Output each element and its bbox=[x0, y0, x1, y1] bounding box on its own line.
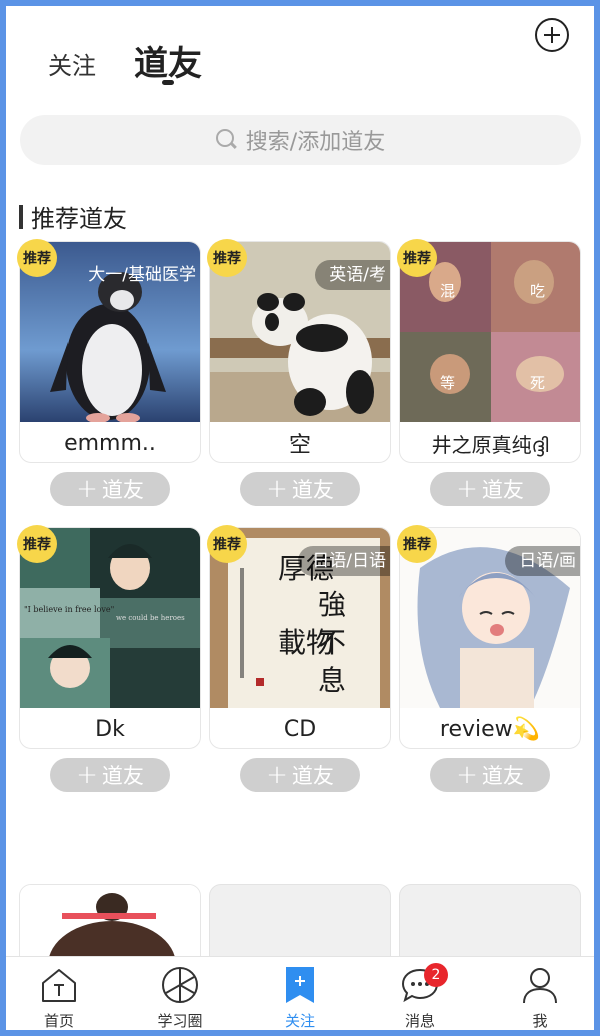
nav-label: 首页 bbox=[43, 1012, 74, 1030]
recommend-badge: 推荐 bbox=[207, 525, 247, 563]
recommend-badge: 推荐 bbox=[207, 239, 247, 277]
card-tag: 日语/画 bbox=[505, 546, 580, 576]
plus-icon: + bbox=[456, 474, 478, 504]
plus-icon: + bbox=[266, 474, 288, 504]
collage-text: we could be heroes bbox=[116, 614, 185, 622]
plus-icon: + bbox=[76, 474, 98, 504]
follow-label: 道友 bbox=[101, 478, 144, 502]
plus-icon: + bbox=[266, 760, 288, 790]
add-friend-button[interactable]: + 道友 bbox=[50, 758, 170, 792]
nav-label: 学习圈 bbox=[157, 1012, 203, 1030]
follow-label: 道友 bbox=[101, 764, 144, 788]
nav-messages[interactable]: 2 消息 bbox=[370, 957, 470, 1030]
follow-label: 道友 bbox=[481, 764, 524, 788]
card-name: 空 bbox=[288, 433, 311, 458]
section-bar bbox=[19, 204, 23, 229]
follow-label: 道友 bbox=[291, 478, 334, 502]
tab-indicator bbox=[162, 80, 174, 85]
card-tag: 大一/基础医学 bbox=[88, 265, 196, 285]
plus-icon: + bbox=[456, 760, 478, 790]
follow-label: 道友 bbox=[291, 764, 334, 788]
add-friend-button[interactable]: + 道友 bbox=[430, 758, 550, 792]
plus-icon: + bbox=[76, 760, 98, 790]
card-name: CD bbox=[283, 716, 317, 742]
search-bar[interactable]: 搜索/添加道友 bbox=[20, 115, 581, 165]
collage-text: "I believe in free love" bbox=[24, 605, 114, 614]
nav-home[interactable]: 首页 bbox=[9, 957, 109, 1030]
calligraphy-text: 息 bbox=[318, 664, 346, 697]
bookmark-plus-icon bbox=[280, 965, 320, 1005]
calligraphy-text: 不 bbox=[318, 626, 346, 659]
bottom-nav: 首页 学习圈 关注 2 消息 我 bbox=[6, 956, 594, 1030]
add-friend-button[interactable]: + 道友 bbox=[430, 472, 550, 506]
nav-label: 消息 bbox=[404, 1012, 435, 1030]
tab-follow[interactable]: 关注 bbox=[48, 46, 96, 81]
nav-study-circle[interactable]: 学习圈 bbox=[130, 957, 230, 1030]
follow-label: 道友 bbox=[481, 478, 524, 502]
meme-text: 等 bbox=[440, 374, 455, 392]
card-name: emmm.. bbox=[64, 430, 156, 456]
search-icon bbox=[215, 129, 238, 151]
chat-bubble-icon: 2 bbox=[400, 963, 448, 1005]
card-name: 井之原真纯ദ്ദി bbox=[431, 432, 549, 457]
add-friend-button[interactable]: + 道友 bbox=[240, 472, 360, 506]
card-name: Dk bbox=[95, 716, 125, 742]
section-header: 推荐道友 bbox=[19, 199, 127, 234]
recommend-badge: 推荐 bbox=[17, 239, 57, 277]
add-friend-button[interactable]: + 道友 bbox=[240, 758, 360, 792]
search-placeholder: 搜索/添加道友 bbox=[245, 130, 386, 155]
section-title: 推荐道友 bbox=[31, 205, 127, 233]
add-friend-button[interactable]: + 道友 bbox=[50, 472, 170, 506]
user-icon bbox=[520, 965, 560, 1005]
card-tag: 英语/考 bbox=[315, 260, 390, 290]
nav-me[interactable]: 我 bbox=[490, 957, 590, 1030]
meme-text: 吃 bbox=[530, 282, 545, 300]
home-icon bbox=[39, 965, 79, 1005]
meme-text: 混 bbox=[440, 282, 455, 300]
nav-label: 关注 bbox=[284, 1012, 315, 1030]
recommend-badge: 推荐 bbox=[17, 525, 57, 563]
app-frame: 关注 道友 搜索/添加道友 推荐道友 大一/基础医学 emmm.. 推荐 + 道… bbox=[6, 6, 594, 1030]
recommend-badge: 推荐 bbox=[397, 525, 437, 563]
aperture-icon bbox=[160, 965, 200, 1005]
recommend-badge: 推荐 bbox=[397, 239, 437, 277]
notification-badge: 2 bbox=[424, 963, 448, 987]
add-friend-button[interactable] bbox=[535, 18, 569, 52]
meme-text: 死 bbox=[530, 374, 545, 392]
calligraphy-text: 強 bbox=[318, 588, 346, 621]
nav-follow[interactable]: 关注 bbox=[250, 957, 350, 1030]
card-name: review💫 bbox=[439, 716, 541, 742]
tab-friends[interactable]: 道友 bbox=[134, 36, 202, 85]
card-tag: 日语/日语 bbox=[298, 546, 390, 576]
nav-label: 我 bbox=[532, 1012, 548, 1030]
